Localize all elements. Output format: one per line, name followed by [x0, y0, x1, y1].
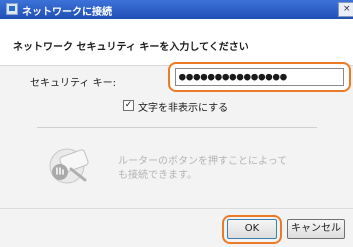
hide-characters-label[interactable]: 文字を非表示にする: [138, 99, 228, 114]
security-key-highlight: ●●●●●●●●●●●●●●●: [168, 62, 351, 92]
network-app-icon: [6, 3, 18, 15]
wps-text-line-1: ルーターのボタンを押すことによって: [118, 156, 288, 167]
dialog-header: ネットワーク セキュリティ キーを入力してください: [0, 19, 353, 66]
wps-router-icon: [49, 148, 89, 184]
security-key-input[interactable]: ●●●●●●●●●●●●●●●: [175, 68, 344, 86]
window-title: ネットワークに接続: [22, 7, 112, 18]
ok-button[interactable]: OK: [227, 219, 277, 239]
section-divider: [37, 127, 317, 128]
security-key-label: セキュリティ キー:: [30, 78, 116, 89]
hide-characters-checkbox[interactable]: ✓: [123, 100, 134, 111]
dialog-heading: ネットワーク セキュリティ キーを入力してください: [13, 42, 249, 53]
cancel-button[interactable]: キャンセル: [287, 219, 345, 239]
close-button[interactable]: ×: [338, 2, 353, 17]
title-bar: ネットワークに接続 ×: [0, 0, 353, 19]
wps-text-line-2: も接続できます。: [118, 170, 197, 181]
wps-instructions: ルーターのボタンを押すことによって も接続できます。: [118, 155, 308, 183]
